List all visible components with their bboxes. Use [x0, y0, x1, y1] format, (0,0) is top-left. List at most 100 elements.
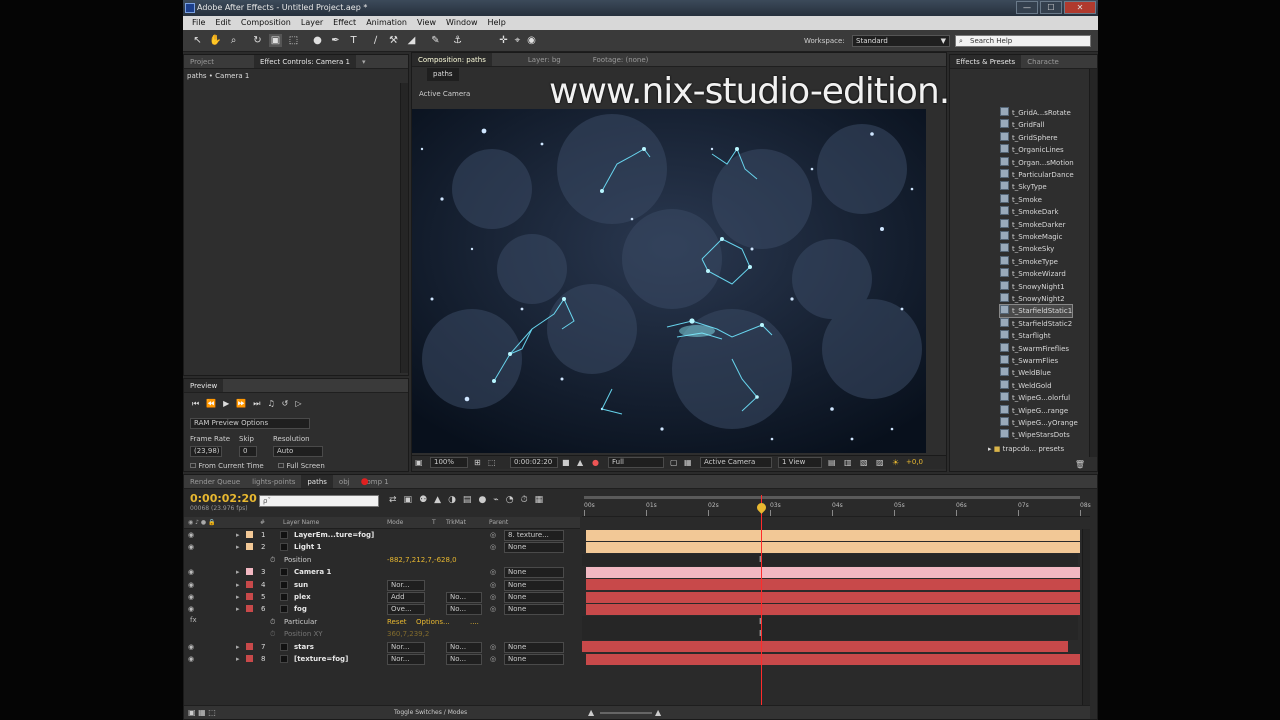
- effect-preset-item[interactable]: t_WipeG...olorful: [1000, 392, 1070, 404]
- timeline-scrollbar[interactable]: [1082, 529, 1090, 705]
- stopwatch-icon[interactable]: ⏱: [270, 616, 275, 628]
- frame-rate-select[interactable]: (23,98): [190, 446, 222, 457]
- effect-preset-item[interactable]: t_SmokeMagic: [1000, 231, 1062, 243]
- label-color-swatch[interactable]: [246, 531, 253, 538]
- layer-name[interactable]: Light 1: [294, 541, 322, 553]
- transparency-grid-icon[interactable]: ▦: [684, 458, 692, 467]
- stopwatch-icon[interactable]: ⏱: [270, 628, 275, 640]
- track-matte-select[interactable]: No...: [446, 592, 482, 603]
- reset-link[interactable]: Reset: [387, 616, 407, 628]
- resolution-select[interactable]: Auto: [273, 446, 323, 457]
- visibility-eye-icon[interactable]: ◉: [188, 641, 194, 653]
- property-row[interactable]: ⏱ Particular Reset Options.......: [184, 616, 580, 628]
- layer-name[interactable]: fog: [294, 603, 307, 615]
- parent-select[interactable]: None: [504, 542, 564, 554]
- pen-tool-icon[interactable]: ✒: [329, 34, 342, 47]
- effects-scrollbar[interactable]: [1089, 69, 1097, 457]
- effect-preset-item[interactable]: t_SmokeWizard: [1000, 268, 1066, 280]
- skip-field[interactable]: 0: [239, 446, 257, 457]
- search-help-field[interactable]: ⌕ Search Help: [955, 35, 1091, 47]
- layer-row[interactable]: ◉ ▸ 2 Light 1 ◎ None: [184, 541, 580, 554]
- blend-mode-select[interactable]: Add: [387, 592, 425, 603]
- close-button[interactable]: ✕: [1064, 1, 1096, 14]
- tab-layer-bg[interactable]: Layer: bg: [522, 53, 567, 66]
- effect-preset-item[interactable]: t_Organ...sMotion: [1000, 157, 1074, 169]
- label-color-swatch[interactable]: [246, 593, 253, 600]
- first-frame-icon[interactable]: ⏮: [192, 399, 199, 409]
- tab-lights-points[interactable]: lights-points: [246, 475, 301, 488]
- track-matte-select[interactable]: No...: [446, 641, 482, 653]
- zoom-out-icon[interactable]: ▲: [588, 708, 594, 717]
- property-value[interactable]: 360,7,239,2: [387, 628, 429, 640]
- eraser-tool-icon[interactable]: ◢: [405, 34, 418, 47]
- safe-zones-icon[interactable]: ⊞: [474, 458, 481, 467]
- workspace-select[interactable]: Standard ▼: [852, 35, 950, 47]
- effect-preset-item[interactable]: t_StarfieldStatic2: [1000, 318, 1072, 330]
- parent-pickwhip-icon[interactable]: ◎: [490, 653, 496, 665]
- comp-settings-icon[interactable]: ▣ ▦ ⬚: [188, 708, 216, 717]
- layer-name[interactable]: sun: [294, 579, 308, 591]
- expand-arrow-icon[interactable]: ▸: [236, 641, 240, 653]
- layer-duration-bar[interactable]: [586, 653, 1080, 665]
- effect-preset-item[interactable]: t_SmokeDark: [1000, 206, 1059, 218]
- tab-paths[interactable]: paths: [301, 475, 333, 488]
- layer-duration-bar[interactable]: [586, 541, 1080, 553]
- effect-preset-item[interactable]: t_ParticularDance: [1000, 169, 1074, 181]
- effect-preset-item[interactable]: t_Starflight: [1000, 330, 1051, 342]
- layer-row[interactable]: ◉ ▸ 5 plex Add No... ◎ None: [184, 591, 580, 603]
- effect-preset-item[interactable]: t_SmokeSky: [1000, 243, 1054, 255]
- effect-preset-item[interactable]: t_OrganicLines: [1000, 144, 1064, 156]
- parent-select[interactable]: None: [504, 567, 564, 579]
- time-ruler[interactable]: 00s 01s 02s 03s 04s 05s 06s 07s 08s: [582, 495, 1091, 517]
- layer-duration-bar[interactable]: [586, 529, 1080, 541]
- label-color-swatch[interactable]: [246, 568, 253, 576]
- axis-mode-world-icon[interactable]: ⌖: [511, 34, 524, 47]
- layer-row[interactable]: ◉ ▸ 8 [texture=fog] Nor... No... ◎ None: [184, 653, 580, 665]
- layer-row[interactable]: ◉ ▸ 7 stars Nor... No... ◎ None: [184, 641, 580, 653]
- region-of-interest-icon[interactable]: ▢: [670, 458, 678, 467]
- type-tool-icon[interactable]: T: [347, 34, 360, 47]
- stopwatch-icon[interactable]: ⏱: [270, 554, 275, 566]
- menu-composition[interactable]: Composition: [236, 16, 296, 30]
- clone-stamp-tool-icon[interactable]: ⚒: [387, 34, 400, 47]
- menu-file[interactable]: File: [187, 16, 210, 30]
- parent-pickwhip-icon[interactable]: ◎: [490, 603, 496, 615]
- brush-tool-icon[interactable]: ∕: [369, 34, 382, 47]
- visibility-eye-icon[interactable]: ◉: [188, 579, 194, 591]
- expand-arrow-icon[interactable]: ▸: [236, 653, 240, 665]
- parent-pickwhip-icon[interactable]: ◎: [490, 566, 496, 578]
- effect-preset-item[interactable]: t_Smoke: [1000, 194, 1042, 206]
- ram-preview-options-select[interactable]: RAM Preview Options: [190, 418, 310, 429]
- visibility-eye-icon[interactable]: ◉: [188, 591, 194, 603]
- parent-select[interactable]: None: [504, 604, 564, 616]
- stopwatch-icon[interactable]: ⏱: [521, 495, 528, 505]
- last-frame-icon[interactable]: ⏭: [253, 399, 260, 409]
- full-screen-checkbox[interactable]: ☐ Full Screen: [278, 462, 325, 470]
- layer-name[interactable]: plex: [294, 591, 311, 603]
- tab-effects-presets[interactable]: Effects & Presets: [950, 55, 1022, 68]
- work-area-bar[interactable]: [584, 496, 1080, 499]
- brainstorm-icon[interactable]: ▤: [463, 495, 472, 505]
- expand-arrow-icon[interactable]: ▸: [236, 603, 240, 615]
- tab-project[interactable]: Project: [184, 55, 220, 68]
- grid-icon[interactable]: ⬚: [488, 458, 496, 467]
- property-row[interactable]: ⏱ Position -882,7,212,7,-628,0: [184, 554, 580, 566]
- color-channel-icon[interactable]: ●: [592, 458, 599, 467]
- camera-tool-icon[interactable]: ▣: [269, 34, 282, 47]
- menu-effect[interactable]: Effect: [328, 16, 361, 30]
- hide-shy-icon[interactable]: ⚉: [419, 495, 427, 505]
- parent-select[interactable]: None: [504, 592, 564, 603]
- current-time-field[interactable]: 0:00:02:20: [510, 457, 558, 468]
- visibility-eye-icon[interactable]: ◉: [188, 603, 194, 615]
- rotate-tool-icon[interactable]: ↻: [251, 34, 264, 47]
- auto-keyframe-icon[interactable]: ●: [478, 495, 486, 505]
- next-frame-icon[interactable]: ⏩: [236, 399, 246, 409]
- effect-preset-item[interactable]: t_GridA...sRotate: [1000, 107, 1071, 119]
- layer-name[interactable]: Camera 1: [294, 566, 331, 578]
- label-color-swatch[interactable]: [246, 605, 253, 613]
- options-link[interactable]: Options...: [416, 616, 450, 628]
- trash-icon[interactable]: 🗑: [1075, 460, 1085, 469]
- layer-row[interactable]: ◉ ▸ 3 Camera 1 ◎ None: [184, 566, 580, 579]
- label-color-swatch[interactable]: [246, 655, 253, 662]
- effect-preset-item[interactable]: t_SnowyNight2: [1000, 293, 1065, 305]
